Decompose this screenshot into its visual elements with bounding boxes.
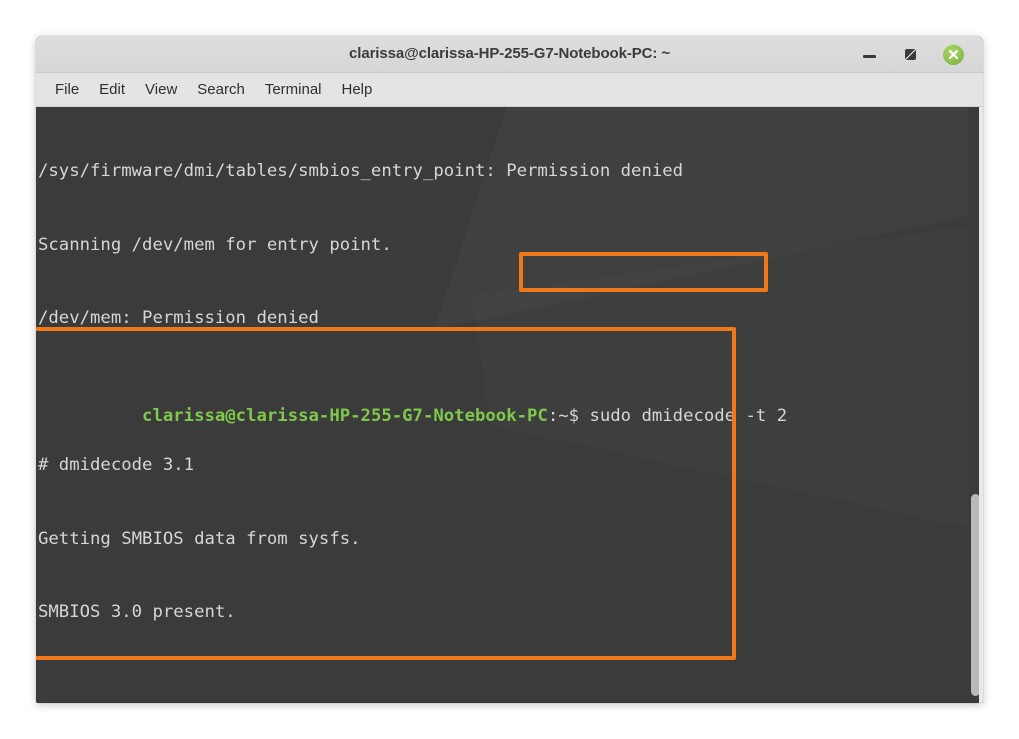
- terminal-window: clarissa@clarissa-HP-255-G7-Notebook-PC:…: [36, 36, 983, 703]
- minimize-button[interactable]: [859, 44, 880, 65]
- minimize-icon: [863, 55, 876, 58]
- menu-item-file[interactable]: File: [45, 78, 89, 101]
- maximize-button[interactable]: [900, 44, 921, 65]
- screenshot-root: clarissa@clarissa-HP-255-G7-Notebook-PC:…: [0, 0, 1019, 739]
- menu-item-view[interactable]: View: [135, 78, 187, 101]
- terminal-line: /sys/firmware/dmi/tables/smbios_entry_po…: [38, 161, 684, 181]
- terminal-line: SMBIOS 3.0 present.: [38, 602, 236, 622]
- menu-item-search[interactable]: Search: [187, 78, 255, 101]
- window-right-edge: [979, 107, 983, 703]
- window-title: clarissa@clarissa-HP-255-G7-Notebook-PC:…: [349, 45, 670, 62]
- typed-command: sudo dmidecode -t 2: [589, 406, 788, 426]
- menubar: File Edit View Search Terminal Help: [36, 73, 983, 107]
- close-icon: [948, 49, 959, 60]
- menu-item-help[interactable]: Help: [332, 78, 383, 101]
- terminal-line: Scanning /dev/mem for entry point.: [38, 234, 392, 255]
- menu-item-terminal[interactable]: Terminal: [255, 78, 332, 101]
- terminal-line: /dev/mem: Permission denied: [38, 308, 319, 328]
- shell-prompt-path: :~$: [547, 406, 590, 426]
- menu-item-edit[interactable]: Edit: [89, 78, 135, 101]
- shell-prompt-user-host: clarissa@clarissa-HP-255-G7-Notebook-PC: [142, 406, 548, 426]
- terminal-line: Getting SMBIOS data from sysfs.: [38, 528, 361, 549]
- window-titlebar[interactable]: clarissa@clarissa-HP-255-G7-Notebook-PC:…: [36, 36, 983, 73]
- terminal-prompt-line: clarissa@clarissa-HP-255-G7-Notebook-PC:…: [38, 380, 983, 426]
- close-button[interactable]: [943, 44, 964, 65]
- terminal-output: /sys/firmware/dmi/tables/smbios_entry_po…: [36, 110, 983, 703]
- maximize-icon: [905, 49, 916, 60]
- terminal-body[interactable]: /sys/firmware/dmi/tables/smbios_entry_po…: [36, 107, 983, 703]
- terminal-line: # dmidecode 3.1: [38, 455, 195, 475]
